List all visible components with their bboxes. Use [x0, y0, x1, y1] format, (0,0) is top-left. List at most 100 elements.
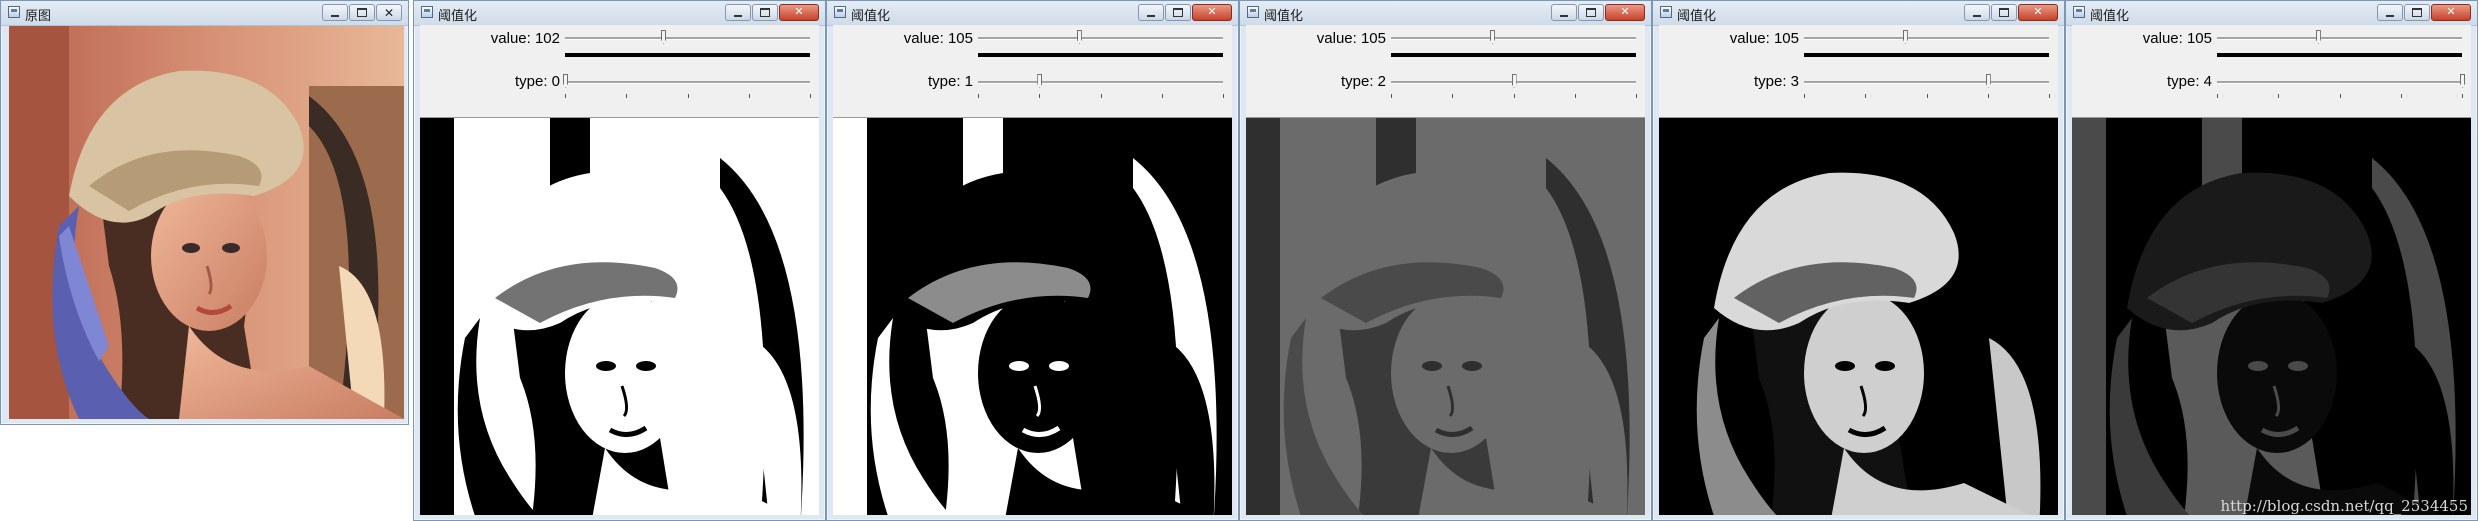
original-photo [9, 26, 404, 419]
title-bar[interactable]: 原图 ✕ [1, 1, 408, 26]
type-tick [1804, 94, 1805, 98]
minimize-icon [1560, 14, 1568, 17]
threshold-canvas [2072, 117, 2471, 515]
close-icon: ✕ [1207, 6, 1217, 18]
window-title: 阈值化 [1677, 9, 1717, 24]
value-trackbar-track[interactable] [565, 37, 810, 40]
type-trackbar-label: type: 2 [1340, 73, 1386, 90]
close-button[interactable]: ✕ [779, 4, 819, 21]
minimize-icon [331, 14, 339, 17]
value-trackbar-label: value: 102 [490, 30, 560, 47]
window-threshold-3[interactable]: 阈值化 ✕ value: 105 type: 3 [1652, 0, 2065, 521]
value-trackbar-track[interactable] [2217, 37, 2462, 40]
minimize-button[interactable] [2377, 4, 2403, 21]
type-tick [2339, 94, 2341, 98]
maximize-icon [357, 8, 367, 17]
type-tick [565, 94, 566, 98]
minimize-icon [1147, 14, 1155, 17]
app-icon [1247, 6, 1259, 18]
window-original[interactable]: 原图 ✕ [0, 0, 409, 425]
threshold-canvas [833, 117, 1232, 515]
minimize-button[interactable] [1138, 4, 1164, 21]
trackbar-panel: value: 105 type: 4 [2072, 25, 2471, 115]
value-trackbar-bar [2217, 53, 2462, 57]
type-tick [2400, 94, 2402, 98]
window-threshold-4[interactable]: 阈值化 ✕ value: 105 type: 4 [2065, 0, 2478, 521]
type-tick [2049, 94, 2050, 98]
close-button[interactable]: ✕ [1192, 4, 1232, 21]
trackbar-panel: value: 102 type: 0 [420, 25, 819, 115]
type-trackbar-thumb[interactable] [563, 74, 568, 88]
client-area: value: 105 type: 1 [833, 25, 1232, 515]
minimize-button[interactable] [725, 4, 751, 21]
title-bar[interactable]: 阈值化 ✕ [1653, 1, 2064, 26]
maximize-button[interactable] [2404, 4, 2430, 21]
type-tick [626, 94, 628, 98]
value-trackbar-thumb[interactable] [661, 30, 666, 44]
value-trackbar-track[interactable] [978, 37, 1223, 40]
type-trackbar-thumb[interactable] [1037, 74, 1043, 88]
app-icon [8, 6, 20, 18]
minimize-button[interactable] [322, 4, 348, 21]
title-bar[interactable]: 阈值化 ✕ [827, 1, 1238, 26]
type-tick [1865, 94, 1867, 98]
close-button[interactable]: ✕ [1605, 4, 1645, 21]
maximize-button[interactable] [752, 4, 778, 21]
value-trackbar-thumb[interactable] [1076, 30, 1082, 44]
type-trackbar-thumb[interactable] [2460, 74, 2465, 88]
value-trackbar-thumb[interactable] [1902, 30, 1908, 44]
maximize-button[interactable] [1991, 4, 2017, 21]
watermark: http://blog.csdn.net/qq_2534455 [2220, 497, 2468, 515]
maximize-button[interactable] [1165, 4, 1191, 21]
type-trackbar-track[interactable] [1804, 81, 2049, 84]
window-threshold-2[interactable]: 阈值化 ✕ value: 105 type: 2 [1239, 0, 1652, 521]
type-tick [1513, 94, 1515, 98]
title-bar[interactable]: 阈值化 ✕ [414, 1, 825, 26]
title-bar[interactable]: 阈值化 ✕ [2066, 1, 2477, 26]
client-area: value: 105 type: 3 [1659, 25, 2058, 515]
value-trackbar-track[interactable] [1804, 37, 2049, 40]
minimize-icon [2386, 14, 2394, 17]
close-button[interactable]: ✕ [2018, 4, 2058, 21]
client-area: value: 102 type: 0 [420, 25, 819, 515]
minimize-icon [734, 14, 742, 17]
minimize-button[interactable] [1551, 4, 1577, 21]
maximize-button[interactable] [349, 4, 375, 21]
type-tick [810, 94, 811, 98]
value-trackbar-bar [565, 53, 810, 57]
type-trackbar-label: type: 4 [2166, 73, 2212, 90]
close-button[interactable]: ✕ [2431, 4, 2471, 21]
value-trackbar-thumb[interactable] [2315, 30, 2321, 44]
close-icon: ✕ [2033, 6, 2043, 18]
window-threshold-0[interactable]: 阈值化 ✕ value: 102 type: 0 [413, 0, 826, 521]
minimize-button[interactable] [1964, 4, 1990, 21]
type-tick [2217, 94, 2218, 98]
type-tick [1039, 94, 1041, 98]
type-tick [748, 94, 750, 98]
app-icon [421, 6, 433, 18]
value-trackbar-track[interactable] [1391, 37, 1636, 40]
value-trackbar-thumb[interactable] [1489, 30, 1495, 44]
title-bar[interactable]: 阈值化 ✕ [1240, 1, 1651, 26]
trackbar-panel: value: 105 type: 2 [1246, 25, 1645, 115]
type-trackbar-track[interactable] [2217, 81, 2462, 84]
maximize-icon [1586, 8, 1596, 17]
threshold-image [833, 118, 1232, 515]
type-trackbar-thumb[interactable] [1511, 74, 1517, 88]
type-trackbar-track[interactable] [978, 81, 1223, 84]
value-trackbar-bar [1804, 53, 2049, 57]
maximize-button[interactable] [1578, 4, 1604, 21]
minimize-icon [1973, 14, 1981, 17]
type-tick [2462, 94, 2463, 98]
type-trackbar-thumb[interactable] [1985, 74, 1991, 88]
type-tick [1926, 94, 1928, 98]
window-threshold-1[interactable]: 阈值化 ✕ value: 105 type: 1 [826, 0, 1239, 521]
trackbar-panel: value: 105 type: 1 [833, 25, 1232, 115]
value-trackbar-label: value: 105 [1316, 30, 1386, 47]
type-trackbar-track[interactable] [565, 81, 810, 84]
threshold-image [1659, 118, 2058, 515]
type-trackbar-label: type: 3 [1753, 73, 1799, 90]
threshold-canvas [1246, 117, 1645, 515]
close-button[interactable]: ✕ [376, 4, 402, 21]
maximize-icon [760, 8, 770, 17]
